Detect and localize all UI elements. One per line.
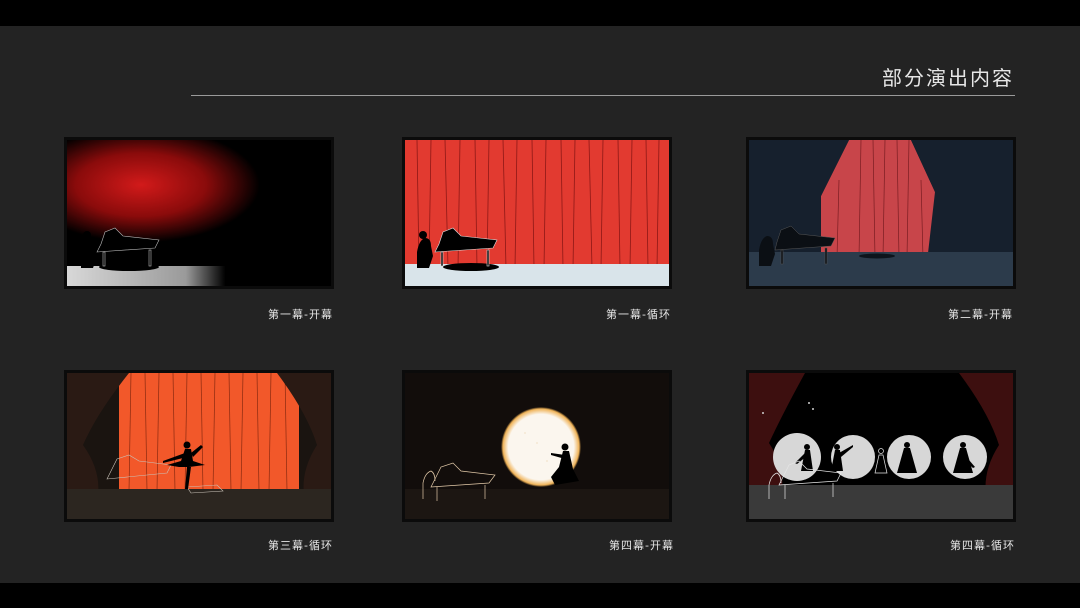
scene-thumbnail-3	[746, 137, 1016, 289]
scene-caption-3: 第二幕-开幕	[948, 308, 1013, 321]
title-divider	[191, 95, 1015, 96]
slide: 部分演出内容 第一幕-开幕 第一幕-循环 第二幕-开幕 第三幕-循环 第四幕-开…	[0, 26, 1080, 583]
scene-caption-4: 第三幕-循环	[268, 539, 333, 552]
stage-moon-dancer-image	[405, 373, 669, 519]
scene-thumbnail-5	[402, 370, 672, 522]
scene-thumbnail-4	[64, 370, 334, 522]
stage-open-curtain-blue-image	[749, 140, 1013, 286]
page-title: 部分演出内容	[882, 66, 1014, 90]
scene-thumbnail-6	[746, 370, 1016, 522]
scene-thumbnail-2	[402, 137, 672, 289]
scene-thumbnail-1	[64, 137, 334, 289]
scene-caption-5: 第四幕-开幕	[609, 539, 674, 552]
scene-caption-6: 第四幕-循环	[950, 539, 1015, 552]
stage-spotlight-piano-image	[67, 140, 331, 286]
stage-orange-curtain-dancer-image	[67, 373, 331, 519]
stage-red-curtain-piano-image	[405, 140, 669, 286]
scene-caption-1: 第一幕-开幕	[268, 308, 333, 321]
scene-caption-2: 第一幕-循环	[606, 308, 671, 321]
stage-spotlights-dancers-image	[749, 373, 1013, 519]
